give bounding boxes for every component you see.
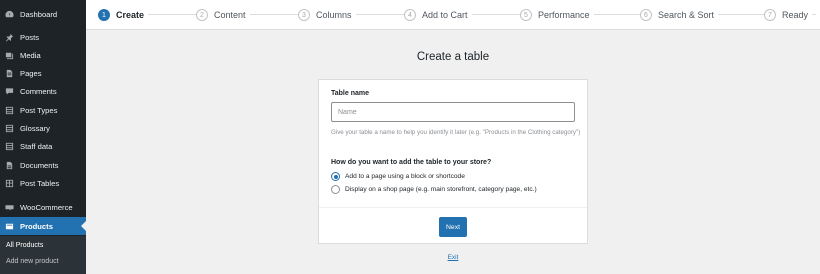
sidebar-item-label: Post Tables [20,178,60,188]
step-label: Content [214,10,246,20]
sidebar-item-dashboard[interactable]: Dashboard [0,5,86,23]
step-label: Add to Cart [422,10,468,20]
sidebar-item-post-tables[interactable]: Post Tables [0,174,86,192]
option-add-to-page[interactable]: Add to a page using a block or shortcode [331,172,465,181]
step-number: 2 [196,9,208,21]
media-icon [5,51,14,60]
step-ready[interactable]: 7 Ready [764,7,813,23]
step-label: Search & Sort [658,10,715,20]
sidebar-item-documents[interactable]: Documents [0,156,86,174]
setup-wizard-stepper: 1 Create 2 Content 3 Columns 4 Add to Ca… [86,0,820,30]
step-add-to-cart[interactable]: 4 Add to Cart [404,7,472,23]
current-menu-arrow [81,221,86,231]
sidebar-item-label: Dashboard [20,9,58,19]
step-search-sort[interactable]: 6 Search & Sort [640,7,719,23]
option-shop-page[interactable]: Display on a shop page (e.g. main storef… [331,185,537,194]
sidebar-item-label: Post Types [20,105,58,115]
sidebar-item-pages[interactable]: Pages [0,64,86,82]
step-number: 7 [764,9,776,21]
sidebar-item-post-types[interactable]: Post Types [0,101,86,119]
radio-button[interactable] [331,185,340,194]
table-name-label: Table name [331,90,369,97]
step-number: 3 [298,9,310,21]
sidebar-item-label: Documents [20,160,59,170]
woocommerce-icon [5,203,14,212]
list-icon [5,142,14,151]
sidebar-item-label: Staff data [20,141,53,151]
radio-button-checked[interactable] [331,172,340,181]
list-icon [5,106,14,115]
admin-sidebar: Dashboard Posts Media Pages Comments Pos… [0,0,86,274]
sidebar-item-label: Media [20,50,41,60]
list-icon [5,124,14,133]
sidebar-item-comments[interactable]: Comments [0,82,86,100]
sidebar-item-label: Posts [20,32,39,42]
next-button[interactable]: Next [439,217,467,237]
sidebar-item-label: Products [20,221,53,231]
step-label: Create [116,10,145,20]
submenu-item-all-products[interactable]: All Products [6,242,43,249]
sidebar-item-label: Glossary [20,123,50,133]
step-performance[interactable]: 5 Performance [520,7,594,23]
create-table-card: Table name Give your table a name to hel… [318,79,588,244]
sidebar-item-glossary[interactable]: Glossary [0,119,86,137]
products-submenu: All Products Add new product [0,236,86,274]
table-name-help-text: Give your table a name to help you ident… [331,129,581,136]
step-content[interactable]: 2 Content [196,7,250,23]
document-icon [5,161,14,170]
sidebar-item-media[interactable]: Media [0,46,86,64]
sidebar-item-woocommerce[interactable]: WooCommerce [0,198,86,216]
card-divider [319,207,587,208]
page-title: Create a table [416,51,490,63]
step-label: Ready [782,10,809,20]
pages-icon [5,69,14,78]
step-columns[interactable]: 3 Columns [298,7,356,23]
step-number: 4 [404,9,416,21]
products-icon [5,222,14,231]
add-method-question: How do you want to add the table to your… [331,159,492,166]
sidebar-item-label: WooCommerce [20,202,73,212]
sidebar-item-label: Comments [20,86,57,96]
option-label: Display on a shop page (e.g. main storef… [345,186,537,193]
table-name-input[interactable] [331,102,575,122]
step-create[interactable]: 1 Create [98,7,149,23]
sidebar-item-posts[interactable]: Posts [0,28,86,46]
pin-icon [5,33,14,42]
dashboard-icon [5,10,14,19]
option-label: Add to a page using a block or shortcode [345,173,465,180]
step-number: 6 [640,9,652,21]
sidebar-item-staff-data[interactable]: Staff data [0,137,86,155]
step-label: Columns [316,10,352,20]
step-label: Performance [538,10,590,20]
step-number: 5 [520,9,532,21]
step-number: 1 [98,9,110,21]
exit-link[interactable]: Exit [445,254,461,261]
table-icon [5,179,14,188]
sidebar-item-products[interactable]: Products [0,217,86,235]
submenu-item-add-new-product[interactable]: Add new product [6,258,59,265]
sidebar-item-label: Pages [20,68,42,78]
comment-icon [5,87,14,96]
